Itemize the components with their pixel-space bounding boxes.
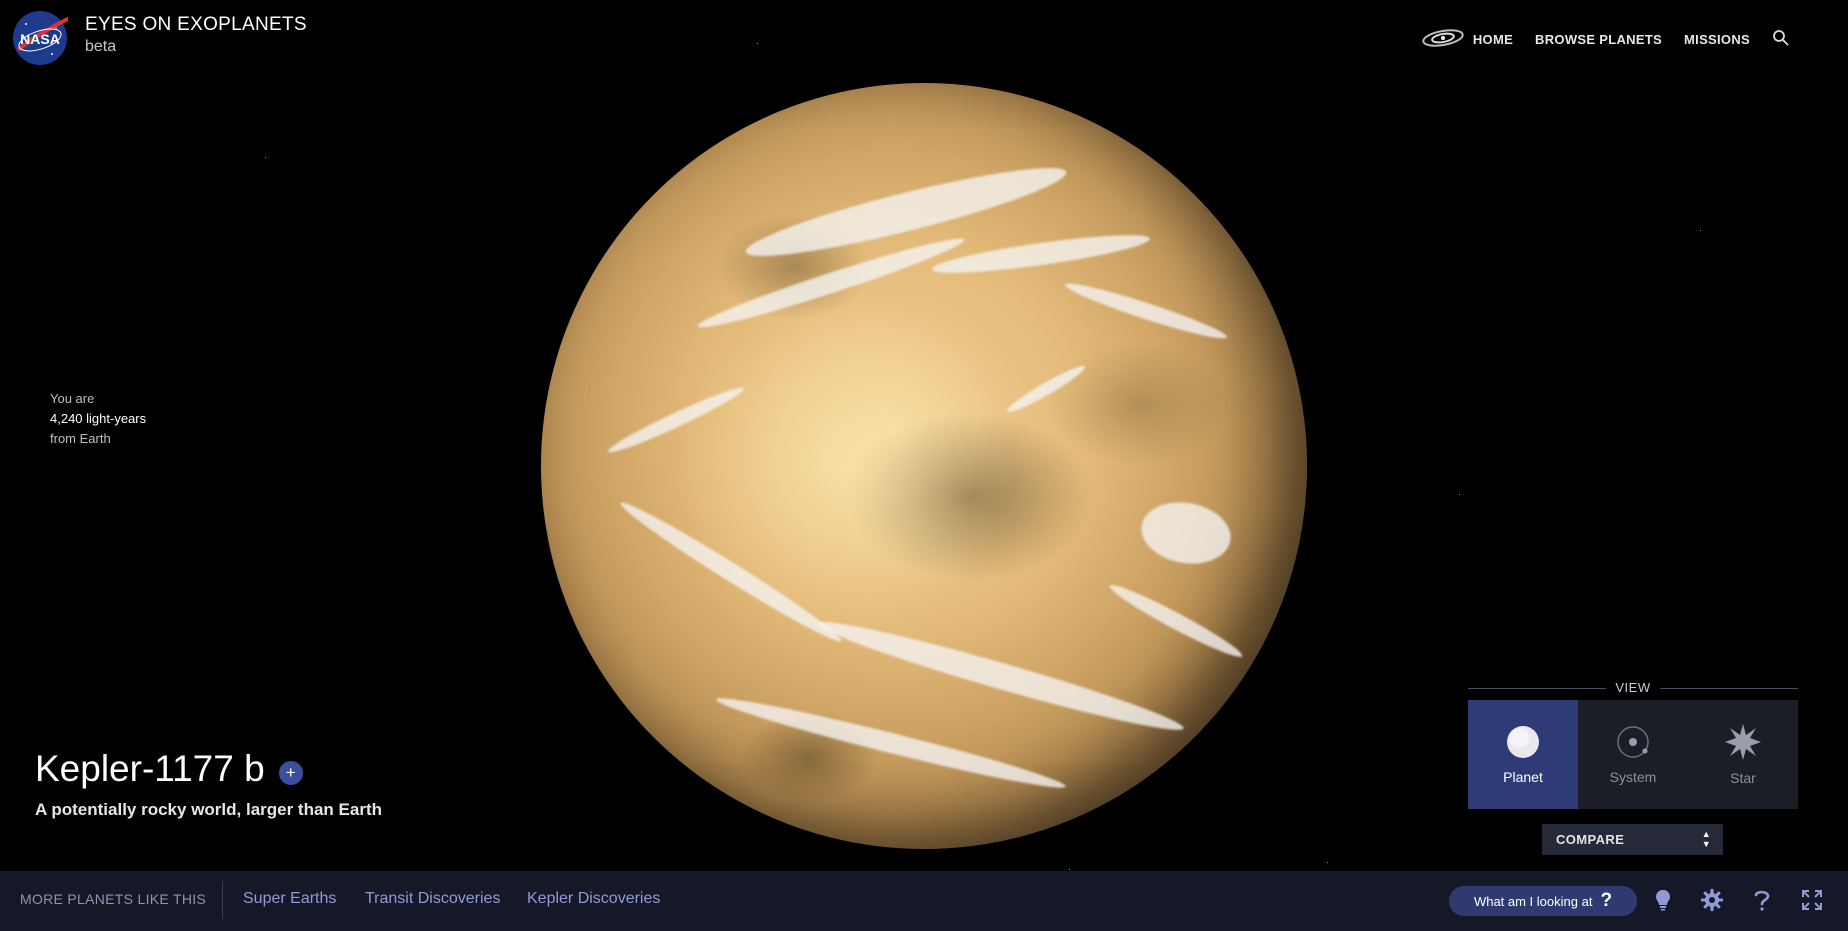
view-option-star[interactable]: Star	[1688, 700, 1798, 809]
add-planet-button[interactable]: +	[278, 761, 303, 785]
distance-readout: You are 4,240 light-years from Earth	[50, 389, 146, 449]
search-icon[interactable]	[1772, 29, 1790, 50]
cloud-band	[1106, 578, 1246, 664]
background-star	[265, 157, 266, 158]
planet-title: Kepler-1177 b +	[35, 748, 303, 790]
what-am-i-looking-at-button[interactable]: What am I looking at ?	[1449, 886, 1637, 916]
bottom-divider	[222, 881, 223, 919]
distance-value: 4,240 light-years	[50, 411, 147, 426]
system-icon	[1615, 724, 1651, 763]
category-super-earths[interactable]: Super Earths	[243, 890, 336, 908]
view-option-system[interactable]: System	[1578, 700, 1688, 809]
nav-home[interactable]: HOME	[1421, 28, 1513, 51]
star-icon	[1724, 723, 1762, 764]
planet-icon	[1505, 724, 1541, 763]
bottom-bar: MORE PLANETS LIKE THIS Super Earths Tran…	[0, 871, 1848, 931]
background-star	[1069, 869, 1070, 870]
planet-tagline: A potentially rocky world, larger than E…	[35, 800, 382, 819]
cloud-band	[1062, 277, 1230, 345]
compare-select[interactable]: COMPARE ▲ ▼	[1542, 824, 1723, 855]
view-option-label: System	[1609, 769, 1657, 785]
cloud-band	[615, 495, 847, 649]
cloud-band	[1136, 495, 1236, 571]
nasa-logo[interactable]: NASA	[12, 10, 75, 66]
planet-name: Kepler-1177 b	[35, 748, 265, 789]
help-icon[interactable]	[1750, 888, 1774, 912]
fullscreen-icon[interactable]	[1800, 888, 1824, 912]
background-star	[757, 43, 758, 44]
compare-label: COMPARE	[1556, 832, 1625, 847]
background-star	[1700, 230, 1701, 231]
gear-icon[interactable]	[1700, 888, 1724, 912]
app-subtitle: beta	[85, 38, 117, 55]
cloud-band	[605, 381, 747, 459]
cloud-band	[930, 227, 1152, 281]
category-kepler-discoveries[interactable]: Kepler Discoveries	[527, 890, 660, 908]
view-option-planet[interactable]: Planet	[1468, 700, 1578, 809]
cloud-band	[1004, 361, 1088, 417]
lightbulb-icon[interactable]	[1651, 888, 1675, 912]
distance-suffix: from Earth	[50, 431, 111, 446]
category-transit-discoveries[interactable]: Transit Discoveries	[365, 890, 500, 908]
nav-browse-planets[interactable]: BROWSE PLANETS	[1535, 32, 1662, 47]
view-option-label: Planet	[1503, 769, 1543, 785]
top-navigation: HOME BROWSE PLANETS MISSIONS	[1421, 28, 1790, 51]
view-header: VIEW	[1468, 680, 1798, 696]
updown-arrows-icon: ▲ ▼	[1701, 829, 1711, 849]
nav-missions[interactable]: MISSIONS	[1684, 32, 1750, 47]
cloud-band	[713, 689, 1069, 797]
background-star	[1327, 862, 1328, 863]
question-mark-icon: ?	[1600, 890, 1613, 911]
view-label: VIEW	[1615, 680, 1651, 695]
more-planets-title: MORE PLANETS LIKE THIS	[20, 891, 207, 907]
cloud-band	[814, 611, 1188, 741]
what-am-i-looking-at-label: What am I looking at	[1473, 893, 1593, 909]
view-selector: Planet System Star	[1468, 700, 1798, 809]
galaxy-icon	[1421, 28, 1465, 51]
background-star	[1459, 494, 1460, 495]
view-option-label: Star	[1730, 770, 1756, 786]
nasa-logo-text: NASA	[20, 31, 60, 47]
app-title: EYES ON EXOPLANETS	[85, 14, 307, 35]
distance-prefix: You are	[50, 391, 95, 406]
nav-home-label[interactable]: HOME	[1473, 32, 1513, 47]
planet-render[interactable]	[541, 83, 1307, 849]
